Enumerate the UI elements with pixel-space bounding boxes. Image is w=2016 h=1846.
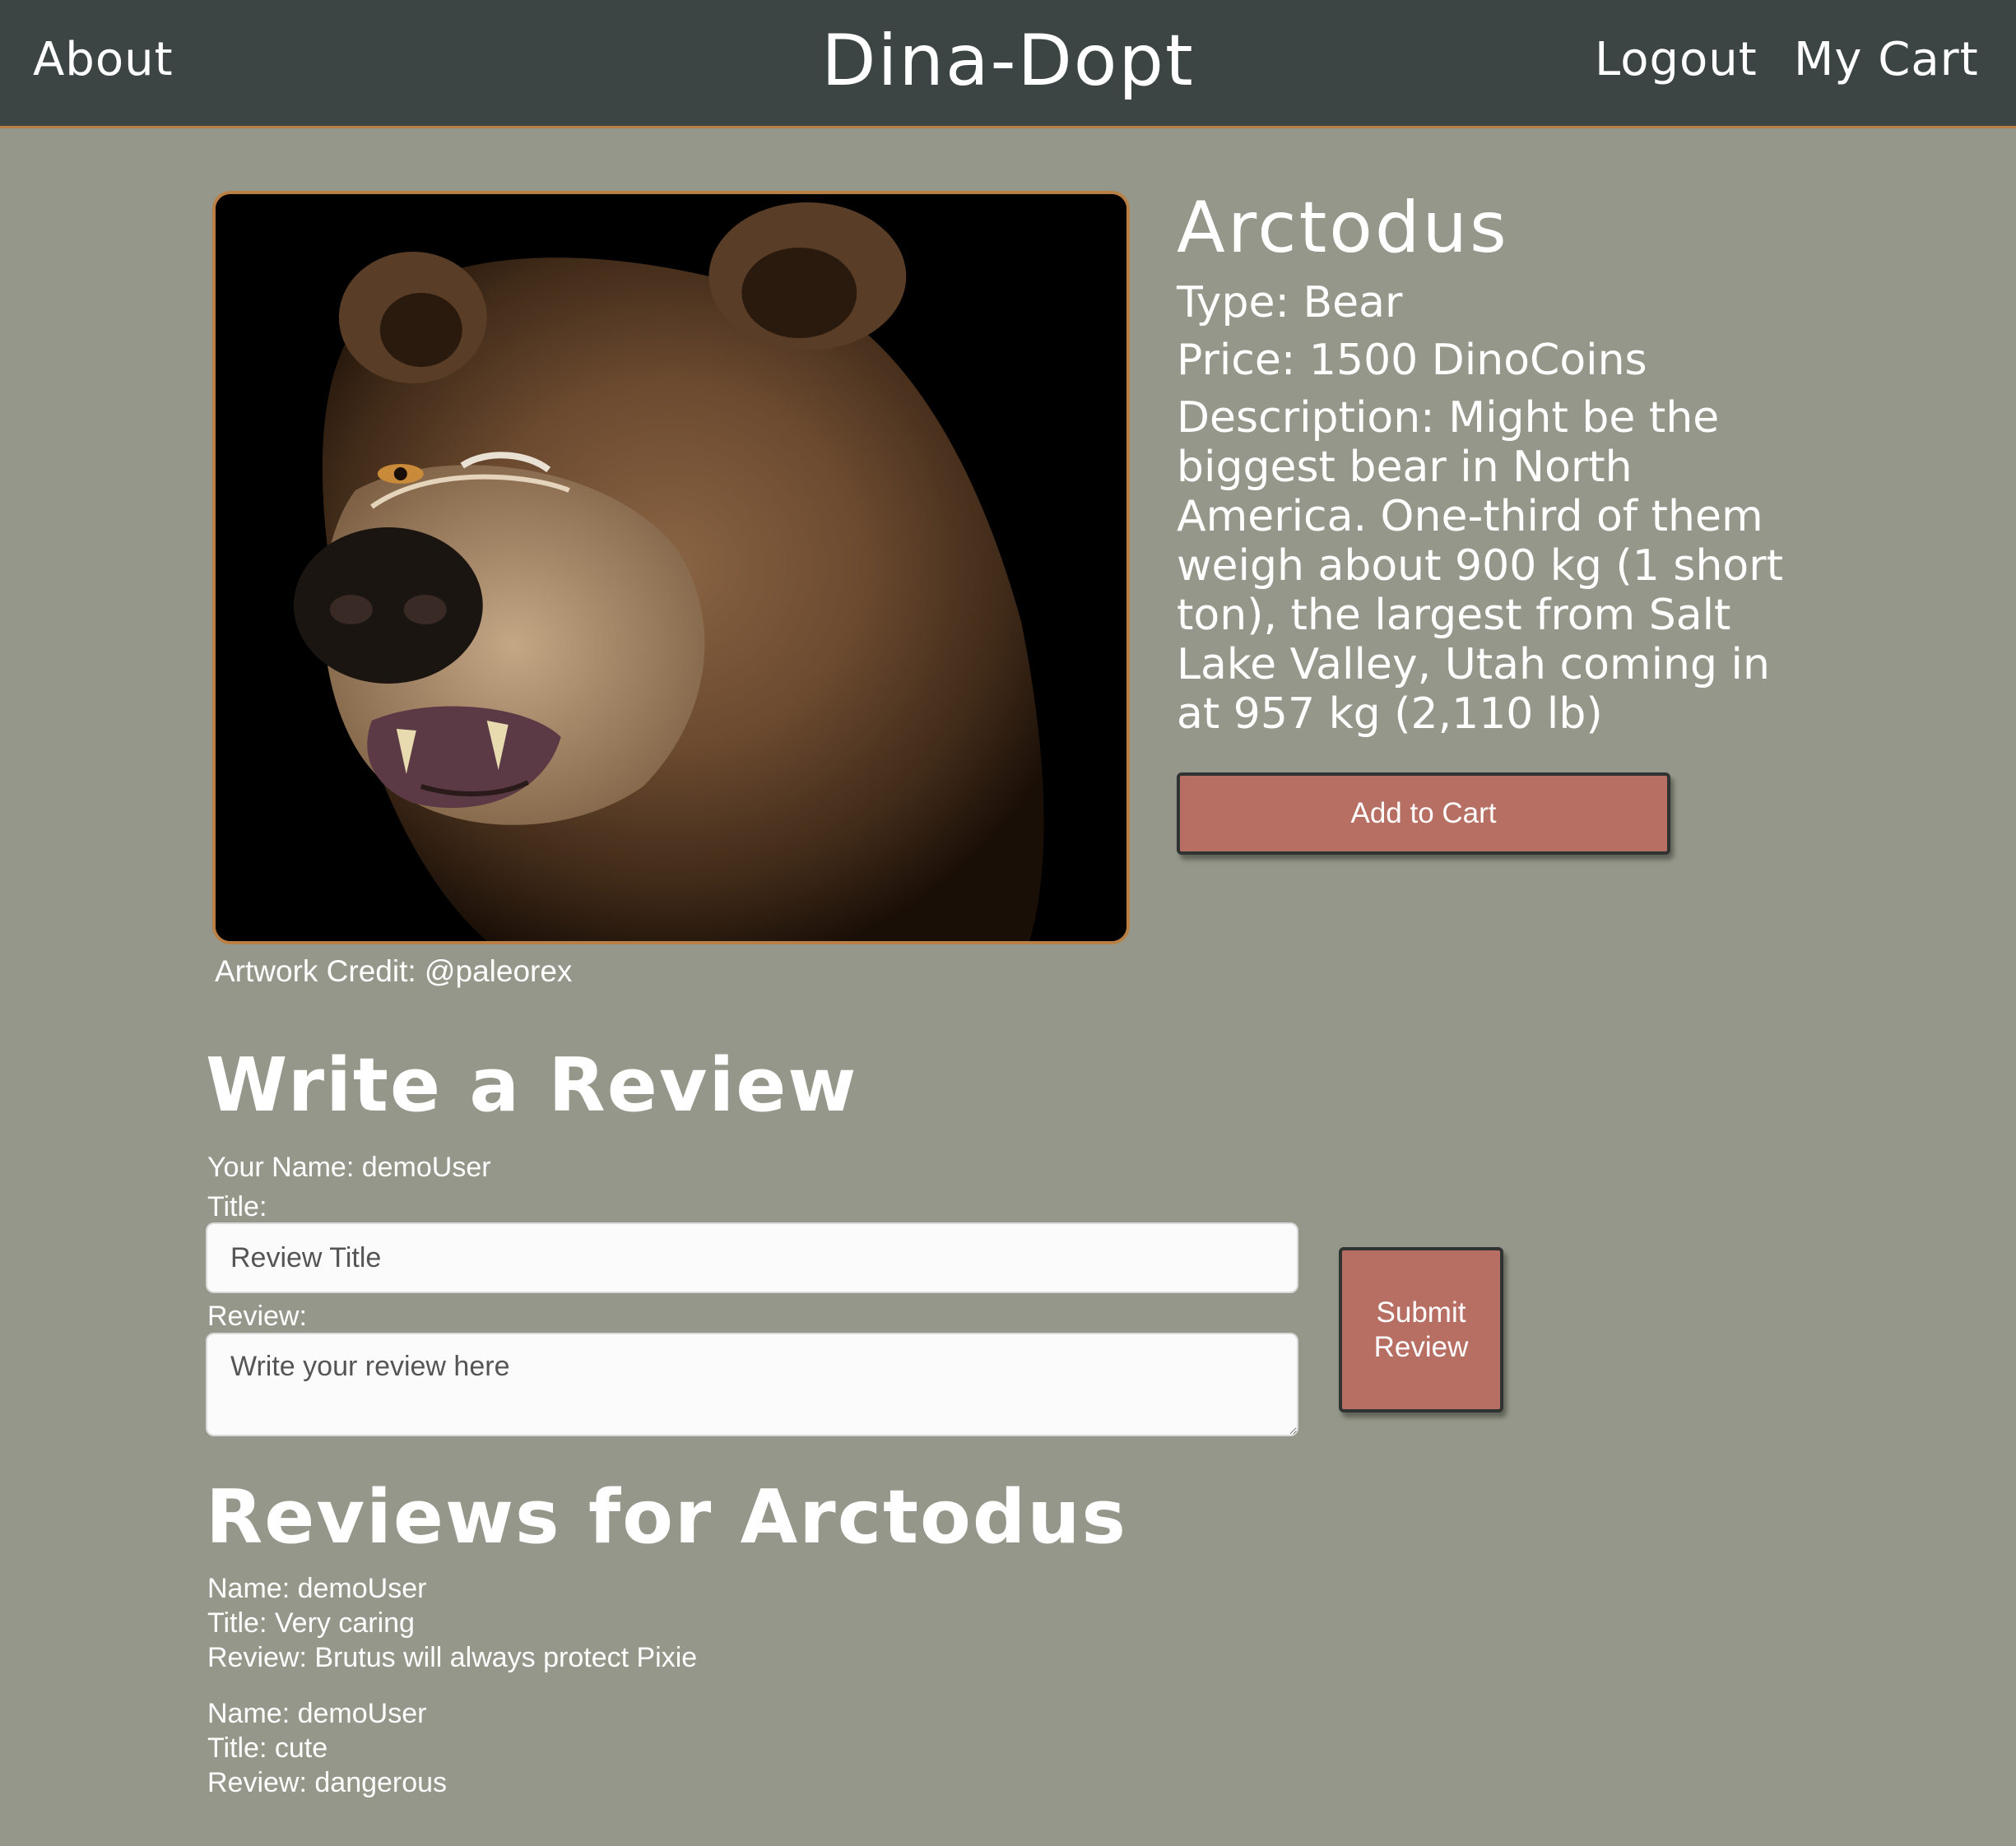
dino-name: Arctodus xyxy=(1177,187,1509,269)
review-title: Title: Very caring xyxy=(207,1607,415,1639)
dino-description: Description: Might be the biggest bear i… xyxy=(1177,393,1783,739)
artwork-credit: Artwork Credit: @paleorex xyxy=(215,954,573,988)
review-text-input[interactable] xyxy=(206,1333,1298,1436)
review-entry: Name: demoUser Title: cute Review: dange… xyxy=(207,1696,447,1800)
nav-logout-link[interactable]: Logout xyxy=(1595,33,1758,86)
review-label: Review: xyxy=(207,1301,307,1332)
nav-cart-link[interactable]: My Cart xyxy=(1794,33,1979,86)
dino-type: Type: Bear xyxy=(1177,278,1403,327)
review-body: Review: Brutus will always protect Pixie xyxy=(207,1642,698,1673)
review-author: Name: demoUser xyxy=(207,1573,427,1604)
add-to-cart-button[interactable]: Add to Cart xyxy=(1177,772,1670,855)
review-title: Title: cute xyxy=(207,1732,328,1764)
top-navbar: About Dina-Dopt Logout My Cart xyxy=(0,0,2016,128)
dino-photo xyxy=(212,191,1130,944)
reviewer-name: Your Name: demoUser xyxy=(207,1152,491,1183)
dino-price: Price: 1500 DinoCoins xyxy=(1177,336,1647,385)
dino-details: Arctodus Type: Bear Price: 1500 DinoCoin… xyxy=(1177,183,1786,739)
review-entry: Name: demoUser Title: Very caring Review… xyxy=(207,1571,697,1675)
reviews-heading: Reviews for Arctodus xyxy=(206,1474,1127,1561)
submit-review-button[interactable]: Submit Review xyxy=(1339,1247,1503,1412)
bear-illustration xyxy=(216,194,1126,941)
write-review-heading: Write a Review xyxy=(206,1042,858,1129)
review-title-input[interactable] xyxy=(206,1222,1298,1293)
review-author: Name: demoUser xyxy=(207,1698,427,1729)
review-body: Review: dangerous xyxy=(207,1767,448,1798)
title-label: Title: xyxy=(207,1191,267,1222)
